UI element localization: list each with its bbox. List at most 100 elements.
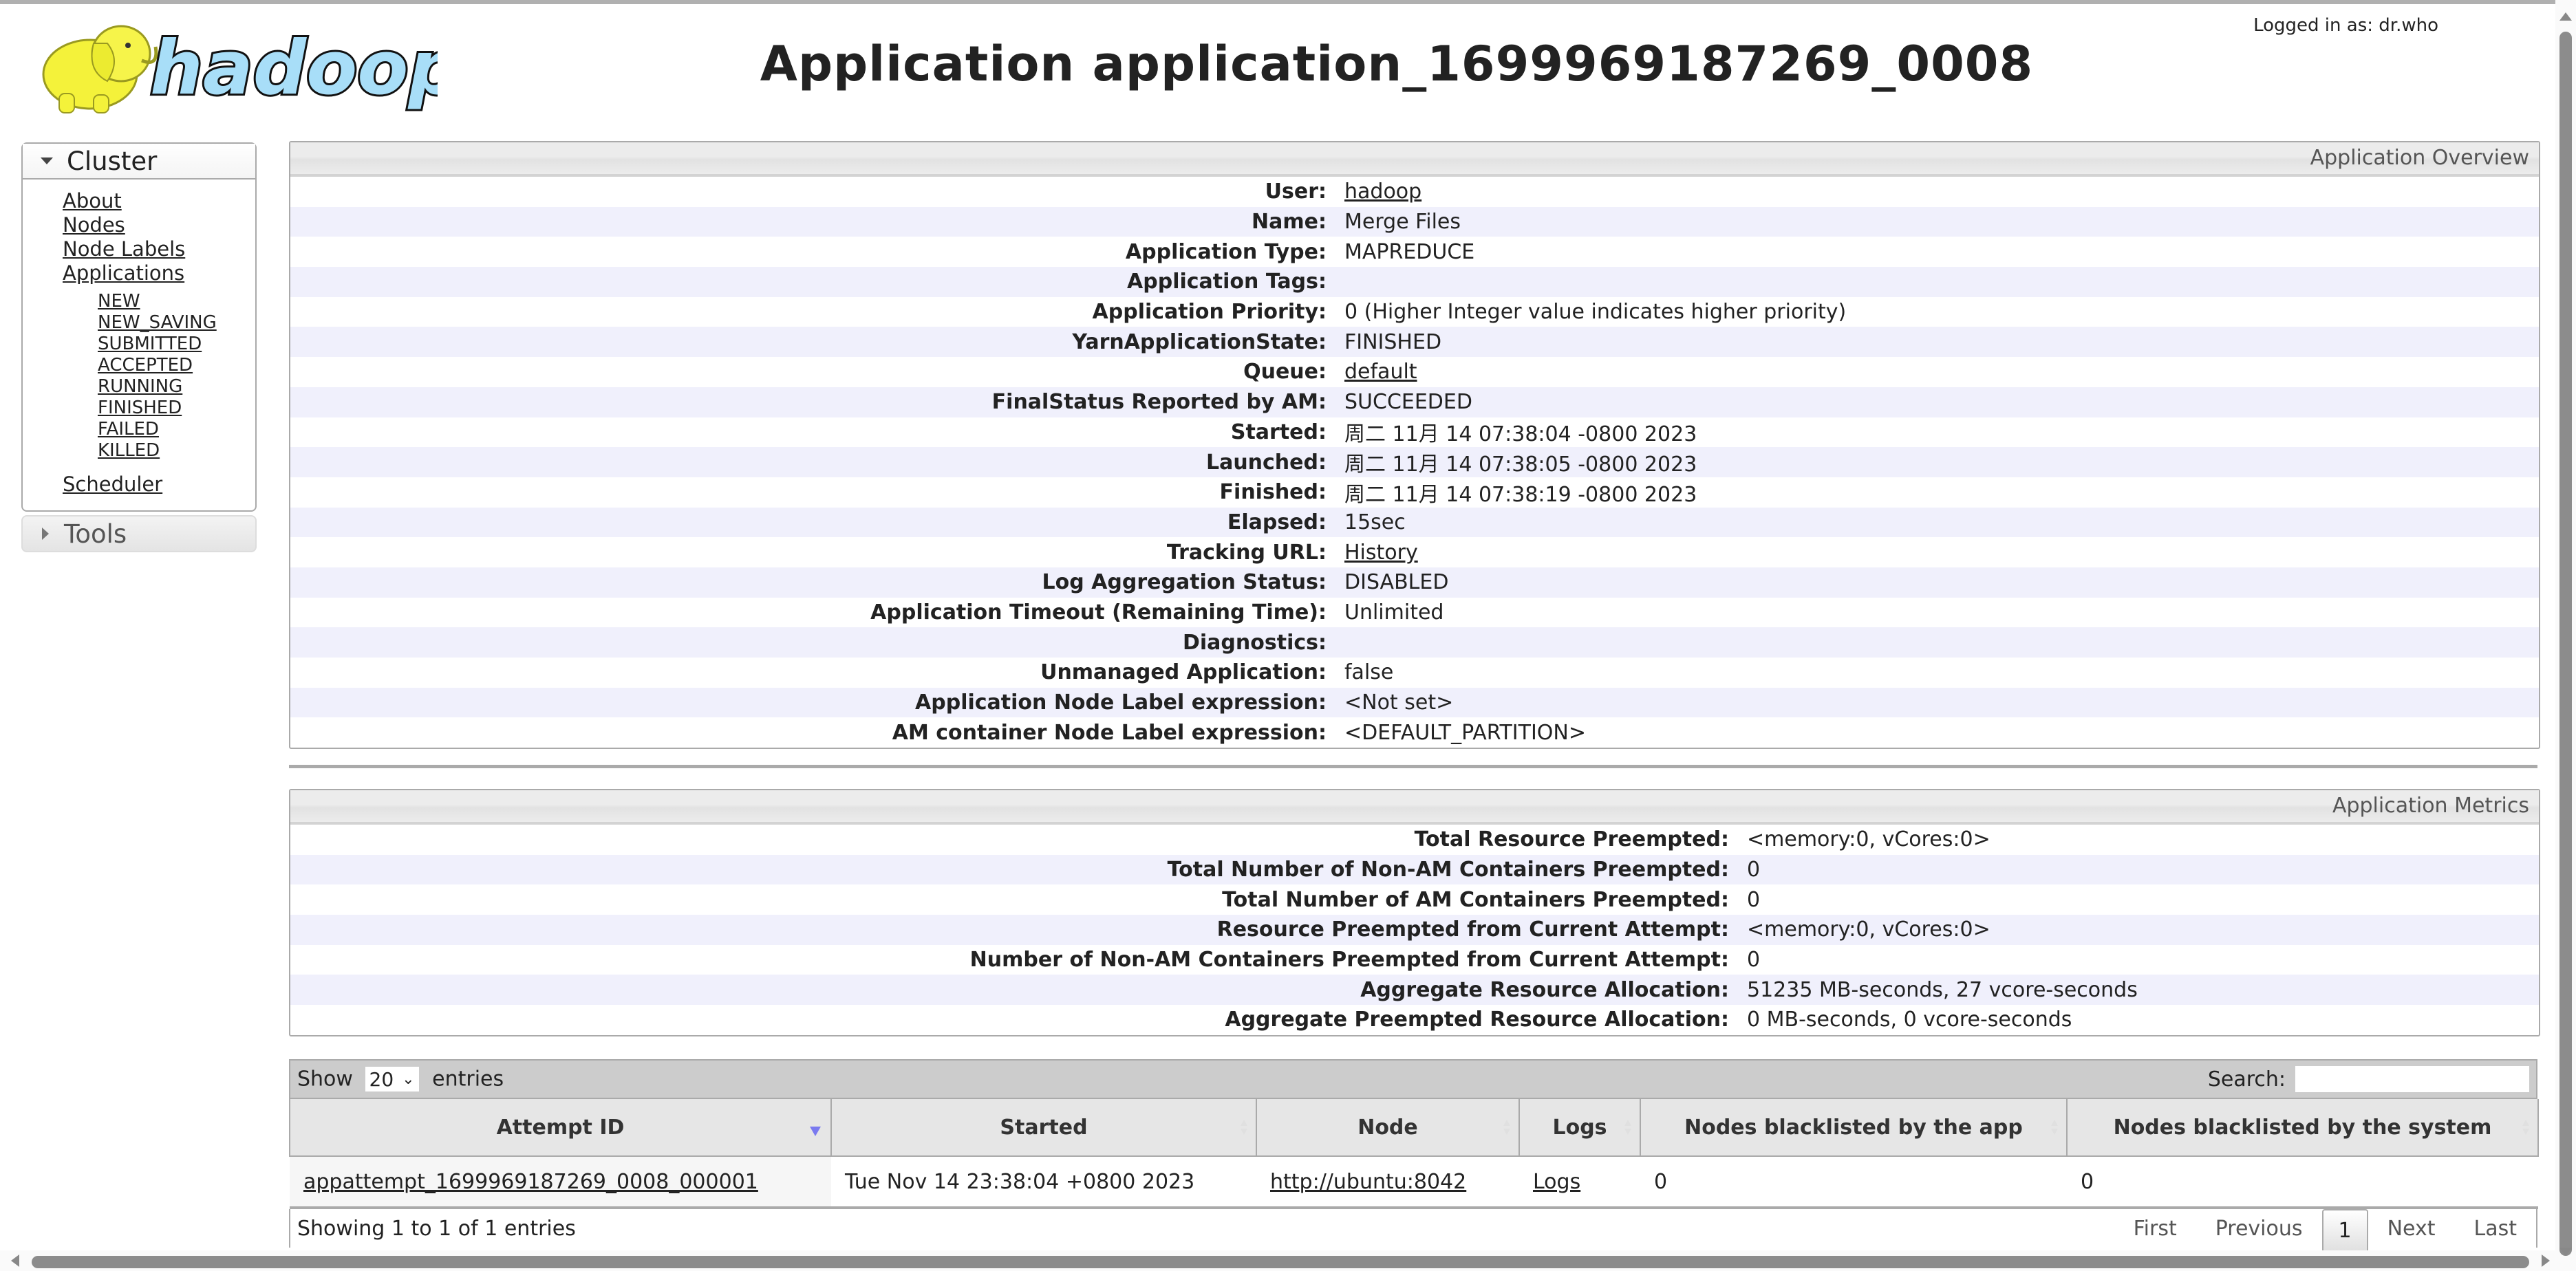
sidebar-item-nodes[interactable]: Nodes: [63, 213, 255, 237]
column-node[interactable]: Node: [1256, 1099, 1520, 1157]
sidebar-item-accepted[interactable]: ACCEPTED: [98, 355, 255, 376]
column-blacklisted-app[interactable]: Nodes blacklisted by the app: [1640, 1099, 2068, 1157]
page-size-value: 20: [369, 1067, 394, 1091]
overview-key: FinalStatus Reported by AM:: [991, 390, 1327, 415]
overview-value[interactable]: History: [1344, 541, 1418, 565]
table-row: appattempt_1699969187269_0008_000001 Tue…: [290, 1156, 2538, 1209]
scroll-left-icon[interactable]: [11, 1254, 19, 1267]
sort-icon: [1241, 1120, 1247, 1135]
logs-link[interactable]: Logs: [1533, 1170, 1580, 1194]
overview-row: User: hadoop: [290, 177, 2539, 207]
horizontal-scroll-thumb[interactable]: [32, 1256, 2529, 1268]
scroll-down-icon[interactable]: [2559, 1248, 2572, 1256]
metrics-value: 0 MB-seconds, 0 vcore-seconds: [1747, 1008, 2072, 1032]
column-started[interactable]: Started: [830, 1099, 1257, 1157]
overview-key: Application Timeout (Remaining Time):: [870, 600, 1327, 624]
overview-value: false: [1344, 660, 1394, 685]
overview-value: <Not set>: [1344, 691, 1454, 715]
sidebar-item-new-saving[interactable]: NEW_SAVING: [98, 312, 255, 334]
overview-row: Launched: 周二 11月 14 07:38:05 -0800 2023: [290, 447, 2539, 477]
pager-previous[interactable]: Previous: [2196, 1217, 2322, 1241]
sidebar-item-finished[interactable]: FINISHED: [98, 398, 255, 419]
attempts-table-wrapper: Show 20 ⌄ entries Search: Attempt ID Sta…: [289, 1059, 2539, 1258]
metrics-row: Resource Preempted from Current Attempt:…: [290, 915, 2539, 945]
overview-row: YarnApplicationState: FINISHED: [290, 327, 2539, 358]
metrics-value: 0: [1747, 858, 1761, 882]
overview-row: Queue: default: [290, 357, 2539, 387]
sort-icon: [2051, 1120, 2058, 1135]
overview-key: Application Node Label expression:: [915, 691, 1327, 715]
search-control: Search:: [2208, 1066, 2529, 1092]
overview-row: Application Type: MAPREDUCE: [290, 237, 2539, 267]
vertical-scrollbar[interactable]: [2555, 0, 2576, 1271]
sidebar-item-submitted[interactable]: SUBMITTED: [98, 334, 255, 355]
overview-row: Unmanaged Application: false: [290, 658, 2539, 688]
overview-row: Application Node Label expression: <Not s…: [290, 687, 2539, 718]
logs-cell: Logs: [1519, 1156, 1640, 1209]
page-title: Application application_1699969187269_00…: [760, 36, 2034, 92]
overview-key: Log Aggregation Status:: [1042, 570, 1327, 595]
overview-row: Started: 周二 11月 14 07:38:04 -0800 2023: [290, 417, 2539, 448]
sidebar-item-failed[interactable]: FAILED: [98, 419, 255, 440]
overview-row: AM container Node Label expression: <DEFA…: [290, 717, 2539, 748]
overview-row: Diagnostics:: [290, 627, 2539, 658]
cluster-label: Cluster: [67, 146, 158, 176]
column-blacklisted-system[interactable]: Nodes blacklisted by the system: [2066, 1099, 2539, 1157]
attempt-id-link[interactable]: appattempt_1699969187269_0008_000001: [303, 1170, 758, 1194]
caret-right-icon: [42, 528, 49, 540]
logged-in-user: Logged in as: dr.who: [2253, 15, 2438, 36]
table-info: Showing 1 to 1 of 1 entries: [297, 1216, 576, 1241]
scroll-right-icon[interactable]: [2542, 1254, 2550, 1267]
node-cell: http://ubuntu:8042: [1256, 1156, 1519, 1209]
sidebar-item-killed[interactable]: KILLED: [98, 440, 255, 461]
overview-value: Unlimited: [1344, 600, 1444, 624]
overview-key: Tracking URL:: [1166, 540, 1327, 565]
metrics-value: <memory:0, vCores:0>: [1747, 917, 1990, 942]
page-size-select[interactable]: 20 ⌄: [365, 1067, 419, 1091]
overview-key: Launched:: [1205, 450, 1327, 475]
pager-first[interactable]: First: [2114, 1217, 2196, 1241]
attempts-table: Attempt ID Started Node Logs Nodes black…: [289, 1099, 2539, 1209]
cluster-nav: About Nodes Node Labels Applications NEW…: [23, 180, 255, 510]
overview-row: Elapsed: 15sec: [290, 507, 2539, 538]
tools-label: Tools: [64, 519, 127, 549]
overview-value: 0 (Higher Integer value indicates higher…: [1344, 300, 1847, 325]
sidebar-item-scheduler[interactable]: Scheduler: [63, 472, 255, 497]
overview-value[interactable]: default: [1344, 360, 1417, 384]
pager-next[interactable]: Next: [2368, 1217, 2455, 1241]
sidebar-item-applications[interactable]: Applications: [63, 261, 255, 285]
sidebar-item-about[interactable]: About: [63, 189, 255, 213]
sidebar-item-node-labels[interactable]: Node Labels: [63, 237, 255, 261]
blacklisted-system-cell: 0: [2067, 1156, 2538, 1209]
column-attempt-id[interactable]: Attempt ID: [289, 1099, 832, 1157]
overview-row: Tracking URL: History: [290, 537, 2539, 567]
cluster-accordion-header[interactable]: Cluster: [23, 144, 255, 180]
vertical-scroll-thumb[interactable]: [2559, 32, 2572, 1256]
pager-last[interactable]: Last: [2455, 1217, 2537, 1241]
column-logs[interactable]: Logs: [1518, 1099, 1641, 1157]
metrics-row: Number of Non-AM Containers Preempted fr…: [290, 945, 2539, 975]
metrics-value: 0: [1747, 887, 1761, 912]
overview-value: 周二 11月 14 07:38:04 -0800 2023: [1344, 422, 1697, 447]
metrics-row: Aggregate Resource Allocation: 51235 MB-s…: [290, 975, 2539, 1006]
overview-value: 15sec: [1344, 510, 1406, 534]
sidebar-item-new[interactable]: NEW: [98, 291, 255, 312]
search-input[interactable]: [2295, 1066, 2529, 1092]
overview-row: Application Tags:: [290, 267, 2539, 297]
overview-key: AM container Node Label expression:: [892, 720, 1327, 745]
tools-accordion-header[interactable]: Tools: [21, 515, 257, 552]
scroll-up-icon[interactable]: [2559, 12, 2572, 21]
horizontal-scrollbar[interactable]: [0, 1250, 2555, 1271]
app-state-list: NEW NEW_SAVING SUBMITTED ACCEPTED RUNNIN…: [63, 291, 255, 461]
sort-desc-icon: [810, 1127, 821, 1136]
overview-value[interactable]: hadoop: [1344, 180, 1421, 204]
sidebar-item-running[interactable]: RUNNING: [98, 376, 255, 398]
overview-key: Finished:: [1219, 480, 1327, 505]
table-footer: Showing 1 to 1 of 1 entries First Previo…: [289, 1208, 2537, 1258]
overview-key: YarnApplicationState:: [1072, 329, 1327, 354]
metrics-key: Aggregate Resource Allocation:: [1360, 977, 1729, 1002]
section-divider: [289, 765, 2537, 768]
node-link[interactable]: http://ubuntu:8042: [1270, 1170, 1466, 1194]
overview-row: Application Timeout (Remaining Time): Unl…: [290, 598, 2539, 628]
table-toolbar: Show 20 ⌄ entries Search:: [289, 1059, 2537, 1099]
